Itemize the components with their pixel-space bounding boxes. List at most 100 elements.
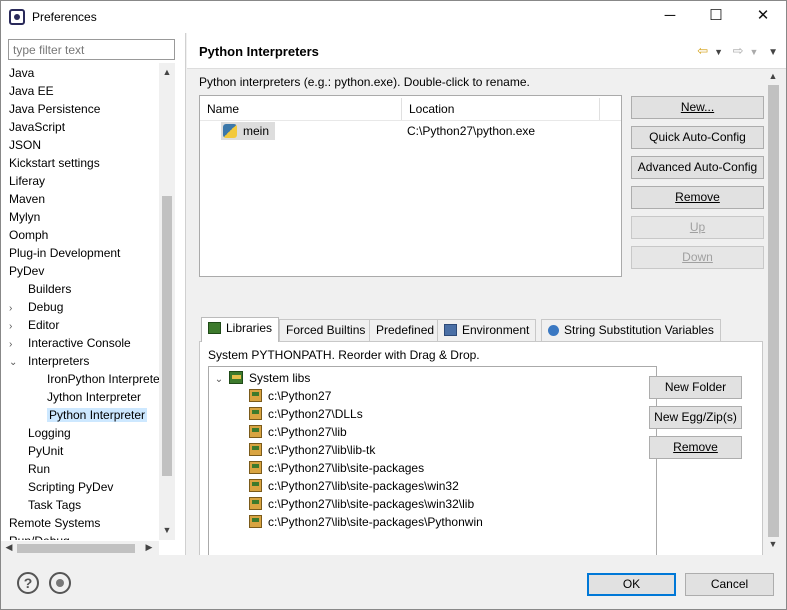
tab-libraries[interactable]: Libraries [201,317,280,342]
sidebar-item-label: Oomph [9,228,49,242]
library-path-item[interactable]: c:\Python27\lib\site-packages\win32 [249,477,459,495]
scroll-up-arrow-icon[interactable]: ▲ [159,67,175,77]
sidebar-item[interactable]: Maven [9,190,45,208]
library-path-item[interactable]: c:\Python27\lib [249,423,347,441]
library-icon [229,371,243,384]
folder-library-icon [249,515,262,528]
tree-hscroll-thumb[interactable] [17,544,135,553]
minimize-button[interactable]: ─ [647,1,693,31]
system-libs-tree[interactable]: ⌄ System libs c:\Python27 c:\Python27\DLLs… [208,366,657,556]
sidebar-item[interactable]: Plug-in Development [9,244,120,262]
sidebar-item-label: Debug [28,300,64,314]
column-header-location[interactable]: Location [402,98,600,120]
sidebar-item-label: Run [28,462,51,476]
new-interpreter-button[interactable]: New... [631,96,764,119]
sidebar-item[interactable]: Liferay [9,172,45,190]
scroll-left-arrow-icon[interactable]: ◀ [1,542,17,553]
forward-arrow-icon[interactable]: ⇨ [733,43,744,59]
page-scroll-up-icon[interactable]: ▲ [765,71,781,81]
title-bar: Preferences ─ ☐ ✕ [1,1,786,33]
sidebar-item-label: Run/Debug [9,534,70,540]
tab-environment[interactable]: Environment [437,319,537,341]
sidebar-item[interactable]: Task Tags [9,496,81,514]
tree-vertical-scrollbar[interactable]: ▲ ▼ [159,63,175,540]
sidebar-item[interactable]: JSON [9,136,41,154]
scroll-right-arrow-icon[interactable]: ▶ [141,542,157,553]
sidebar-item[interactable]: › Editor [9,316,59,334]
ok-button[interactable]: OK [587,573,676,596]
library-path-label: c:\Python27\DLLs [268,407,363,421]
sidebar-item[interactable]: Logging [9,424,71,442]
sidebar-item[interactable]: Java EE [9,82,54,100]
maximize-button[interactable]: ☐ [693,1,739,31]
sidebar-item[interactable]: › Interactive Console [9,334,131,352]
column-header-name[interactable]: Name [200,98,402,120]
help-icon[interactable]: ? [17,572,39,594]
library-path-label: c:\Python27 [268,389,332,403]
sidebar-item[interactable]: PyUnit [9,442,63,460]
header-separator [200,120,621,121]
preferences-tree: Java Java EE Java Persistence JavaScript JSO… [1,63,159,540]
sidebar-item-label: Liferay [9,174,46,188]
sidebar-item[interactable]: ⌄ Interpreters [9,352,89,370]
sidebar-item[interactable]: Java [9,64,34,82]
interpreter-location[interactable]: C:\Python27\python.exe [407,122,535,140]
sidebar-item[interactable]: Kickstart settings [9,154,100,172]
interpreters-table[interactable]: Name Location mein C:\Python27\python.ex… [199,95,622,277]
up-button[interactable]: Up [631,216,764,239]
advanced-auto-config-button[interactable]: Advanced Auto-Config [631,156,764,179]
expanded-chevron-icon[interactable]: ⌄ [9,354,28,372]
record-macro-icon[interactable] [49,572,71,594]
down-button[interactable]: Down [631,246,764,269]
library-path-item[interactable]: c:\Python27\DLLs [249,405,363,423]
sidebar-item[interactable]: JavaScript [9,118,65,136]
pythonpath-description: System PYTHONPATH. Reorder with Drag & D… [208,348,480,362]
interpreters-description: Python interpreters (e.g.: python.exe). … [199,75,530,89]
sidebar-item[interactable]: Scripting PyDev [9,478,113,496]
library-path-item[interactable]: c:\Python27\lib\site-packages\win32\lib [249,495,474,513]
sidebar-item[interactable]: Run [9,460,50,478]
page-scroll-thumb[interactable] [768,85,779,537]
library-path-item[interactable]: c:\Python27\lib\site-packages\Pythonwin [249,513,483,531]
back-arrow-icon[interactable]: ⇦ [697,43,708,59]
tab-string-substitution-variables[interactable]: String Substitution Variables [541,319,721,341]
forward-menu-icon[interactable]: ▼ [750,47,759,57]
new-folder-button[interactable]: New Folder [649,376,742,399]
sidebar-item[interactable]: Oomph [9,226,48,244]
library-path-item[interactable]: c:\Python27\lib\site-packages [249,459,424,477]
remove-interpreter-button[interactable]: Remove [631,186,764,209]
sidebar-item[interactable]: Builders [9,280,71,298]
sidebar-item[interactable]: Remote Systems [9,514,100,532]
quick-auto-config-button[interactable]: Quick Auto-Config [631,126,764,149]
sidebar-item[interactable]: Run/Debug [9,532,70,540]
page-vertical-scrollbar[interactable]: ▲ ▼ [765,69,782,553]
library-path-item[interactable]: c:\Python27\lib\lib-tk [249,441,375,459]
close-button[interactable]: ✕ [740,1,786,31]
new-egg-zip-button[interactable]: New Egg/Zip(s) [649,406,742,429]
folder-library-icon [249,443,262,456]
system-libs-node[interactable]: ⌄ System libs [213,369,310,387]
collapse-chevron-icon[interactable]: ⌄ [213,371,225,389]
cancel-button[interactable]: Cancel [685,573,774,596]
table-row-name[interactable]: mein [221,122,276,140]
view-menu-icon[interactable]: ▼ [768,47,778,58]
sidebar-item[interactable]: IronPython Interprete [47,370,159,388]
pane-divider[interactable] [185,33,186,555]
sidebar-item[interactable]: Jython Interpreter [47,388,141,406]
sidebar-item[interactable]: PyDev [9,262,44,280]
tree-horizontal-scrollbar[interactable]: ◀ ▶ [1,541,159,555]
sidebar-item[interactable]: › Debug [9,298,63,316]
tab-predefined[interactable]: Predefined [369,319,442,341]
tree-scroll-thumb[interactable] [162,196,172,476]
sidebar-item[interactable]: Java Persistence [9,100,100,118]
folder-library-icon [249,497,262,510]
filter-input[interactable] [8,39,175,60]
remove-library-button[interactable]: Remove [649,436,742,459]
page-scroll-down-icon[interactable]: ▼ [765,539,781,549]
sidebar-item[interactable]: Mylyn [9,208,40,226]
library-path-item[interactable]: c:\Python27 [249,387,331,405]
sidebar-item[interactable]: Python Interpreter [47,406,148,424]
scroll-down-arrow-icon[interactable]: ▼ [159,525,175,535]
tab-forced-builtins[interactable]: Forced Builtins [279,319,373,341]
back-menu-icon[interactable]: ▼ [714,47,723,57]
